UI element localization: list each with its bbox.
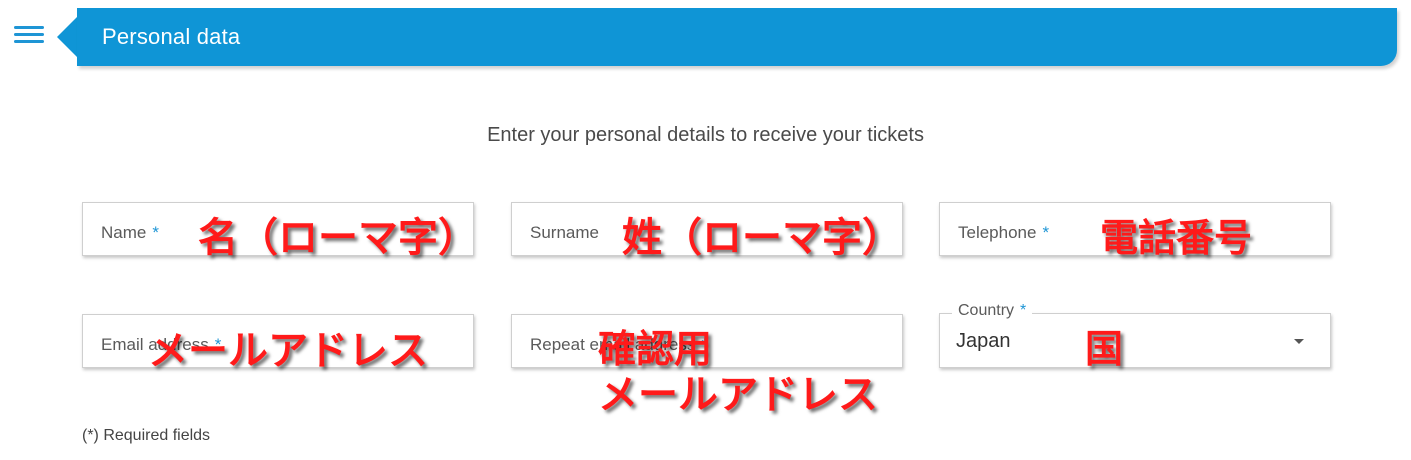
name-label: Name — [101, 223, 147, 242]
page-title: Personal data — [102, 24, 241, 49]
telephone-field[interactable]: Telephone * — [939, 202, 1331, 256]
caret-down-icon[interactable] — [1294, 339, 1304, 344]
country-value: Japan — [956, 330, 1011, 352]
country-label: Country — [958, 302, 1015, 319]
annotation-repeat-email-line2: メールアドレス — [598, 372, 878, 418]
page-header: Personal data — [77, 8, 1397, 66]
surname-label: Surname — [530, 223, 599, 242]
repeat-email-field[interactable]: Repeat email address * — [511, 314, 903, 368]
repeat-email-label: Repeat email address — [530, 335, 696, 354]
required-mark: * — [701, 335, 708, 354]
required-mark: * — [152, 223, 159, 242]
header-notch — [57, 17, 77, 57]
required-mark: * — [1020, 302, 1027, 319]
hamburger-menu-icon[interactable] — [14, 24, 46, 48]
required-mark: * — [214, 335, 222, 354]
email-field[interactable]: Email address * — [82, 314, 474, 368]
surname-field[interactable]: Surname — [511, 202, 903, 256]
intro-text: Enter your personal details to receive y… — [487, 124, 924, 146]
required-fields-note: (*) Required fields — [82, 427, 211, 444]
country-select[interactable]: Country * Japan — [939, 302, 1331, 368]
required-mark: * — [1042, 223, 1050, 242]
name-field[interactable]: Name * — [82, 202, 474, 256]
telephone-label: Telephone — [958, 223, 1037, 242]
email-label: Email address — [101, 335, 209, 354]
